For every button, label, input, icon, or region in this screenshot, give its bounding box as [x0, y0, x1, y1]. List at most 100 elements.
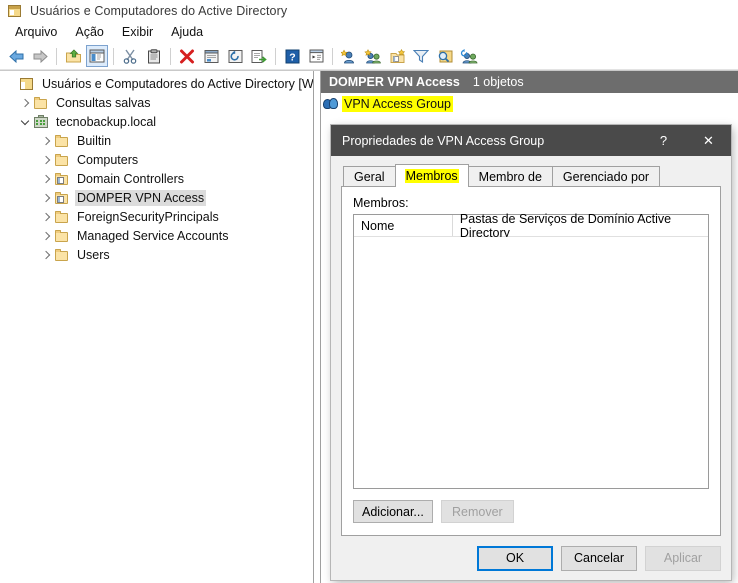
toolbar-separator [332, 47, 333, 65]
toolbar-separator [56, 47, 57, 65]
expander-toggle[interactable] [38, 247, 54, 263]
mmc-console-icon [7, 3, 23, 19]
cut-icon[interactable] [119, 45, 141, 67]
members-list-body [354, 237, 708, 488]
members-list-header: Nome Pastas de Serviços de Domínio Activ… [354, 212, 708, 240]
menu-item-ajuda[interactable]: Ajuda [162, 23, 212, 42]
add-button[interactable]: Adicionar... [353, 500, 433, 523]
tab-geral[interactable]: Geral [343, 166, 396, 186]
find-icon[interactable] [434, 45, 456, 67]
svg-text:?: ? [289, 51, 295, 63]
tree-node-label: tecnobackup.local [56, 114, 157, 129]
show-hide-tree-icon[interactable] [86, 45, 108, 67]
members-button-row: Adicionar... Remover [353, 500, 709, 523]
expander-toggle[interactable] [38, 228, 54, 244]
tab-label: Geral [354, 169, 385, 184]
ok-button[interactable]: OK [477, 545, 553, 571]
tree-node-managed-service-accounts[interactable]: Managed Service Accounts [0, 226, 313, 245]
expander-toggle[interactable] [38, 171, 54, 187]
tree-node-label: Usuários e Computadores do Active Direct… [42, 76, 313, 91]
forward-icon[interactable] [29, 45, 51, 67]
tree-node-label: Computers [77, 152, 139, 167]
expander-toggle[interactable] [38, 152, 54, 168]
domain-icon [33, 114, 49, 130]
tab-label: Membro de [478, 169, 542, 184]
expander-toggle[interactable] [38, 209, 54, 225]
menu-item-arquivo[interactable]: Arquivo [6, 23, 66, 42]
expander-toggle[interactable] [17, 95, 33, 111]
refresh-icon[interactable] [224, 45, 246, 67]
tab-label: Gerenciado por [562, 169, 650, 184]
folder-icon [33, 95, 49, 111]
mmc-root-icon [19, 76, 35, 92]
remove-button[interactable]: Remover [440, 500, 514, 523]
list-item-label: VPN Access Group [342, 96, 453, 112]
user-actions-icon[interactable] [458, 45, 480, 67]
results-object-count: 1 objetos [472, 75, 524, 89]
tree-node-label: ForeignSecurityPrincipals [77, 209, 219, 224]
help-icon[interactable]: ? [281, 45, 303, 67]
folder-icon [54, 209, 70, 225]
export-list-icon[interactable] [248, 45, 270, 67]
toolbar: ? [0, 43, 738, 70]
folder-icon [54, 133, 70, 149]
list-item[interactable]: VPN Access Group [321, 94, 738, 114]
paste-icon[interactable] [143, 45, 165, 67]
new-group-icon[interactable] [362, 45, 384, 67]
apply-button[interactable]: Aplicar [645, 545, 721, 571]
tree-node-label: Managed Service Accounts [77, 228, 229, 243]
column-header-nome[interactable]: Nome [354, 215, 453, 236]
dialog-title: Propriedades de VPN Access Group [342, 133, 545, 148]
tree-node-label: Consultas salvas [56, 95, 151, 110]
window-title: Usuários e Computadores do Active Direct… [30, 4, 288, 18]
expander-toggle[interactable] [38, 133, 54, 149]
tree-node-label: Users [77, 247, 110, 262]
tree-node-label: Domain Controllers [77, 171, 184, 186]
filter-icon[interactable] [410, 45, 432, 67]
toolbar-separator [275, 47, 276, 65]
tab-membros[interactable]: Membros [394, 164, 469, 187]
group-properties-dialog: Propriedades de VPN Access Group ? ✕ Ger… [331, 125, 731, 580]
properties-icon[interactable] [200, 45, 222, 67]
show-console-tree-icon[interactable] [305, 45, 327, 67]
cancel-button[interactable]: Cancelar [561, 545, 637, 571]
column-header-pastas[interactable]: Pastas de Serviços de Domínio Active Dir… [453, 212, 708, 240]
tab-membro-de[interactable]: Membro de [467, 166, 553, 186]
tree-node-domain-controllers[interactable]: Domain Controllers [0, 169, 313, 188]
new-ou-icon[interactable] [386, 45, 408, 67]
new-user-icon[interactable] [338, 45, 360, 67]
tab-gerenciado-por[interactable]: Gerenciado por [551, 166, 661, 186]
tab-label: Membros [404, 169, 459, 183]
up-one-level-icon[interactable] [62, 45, 84, 67]
tree-node-root[interactable]: Usuários e Computadores do Active Direct… [0, 74, 313, 93]
tree-node-consultas-salvas[interactable]: Consultas salvas [0, 93, 313, 112]
menu-item-exibir[interactable]: Exibir [113, 23, 162, 42]
tree-node-label: Builtin [77, 133, 112, 148]
expander-toggle[interactable] [38, 190, 54, 206]
tree-node-label: DOMPER VPN Access [75, 189, 207, 206]
folder-icon [54, 228, 70, 244]
pane-splitter[interactable] [313, 71, 321, 583]
close-icon[interactable]: ✕ [686, 125, 731, 156]
tree-node-computers[interactable]: Computers [0, 150, 313, 169]
menu-bar: Arquivo Ação Exibir Ajuda [0, 22, 738, 43]
dialog-tabstrip: Geral Membros Membro de Gerenciado por [343, 164, 721, 187]
members-listview[interactable]: Nome Pastas de Serviços de Domínio Activ… [353, 212, 709, 489]
window-titlebar: Usuários e Computadores do Active Direct… [0, 0, 738, 22]
delete-icon[interactable] [176, 45, 198, 67]
tree-node-domper-vpn-access[interactable]: DOMPER VPN Access [0, 188, 313, 207]
tree-node-domain[interactable]: tecnobackup.local [0, 112, 313, 131]
toolbar-separator [113, 47, 114, 65]
expander-toggle[interactable] [17, 114, 33, 130]
toolbar-separator [170, 47, 171, 65]
help-button[interactable]: ? [641, 125, 686, 156]
tree-node-builtin[interactable]: Builtin [0, 131, 313, 150]
tree-node-users[interactable]: Users [0, 245, 313, 264]
back-icon[interactable] [5, 45, 27, 67]
results-header-title: DOMPER VPN Access [329, 75, 460, 89]
results-header: DOMPER VPN Access 1 objetos [321, 71, 738, 93]
folder-icon [54, 152, 70, 168]
tree-node-foreignsecurityprincipals[interactable]: ForeignSecurityPrincipals [0, 207, 313, 226]
dialog-body: Geral Membros Membro de Gerenciado por M… [331, 156, 731, 536]
menu-item-acao[interactable]: Ação [66, 23, 113, 42]
